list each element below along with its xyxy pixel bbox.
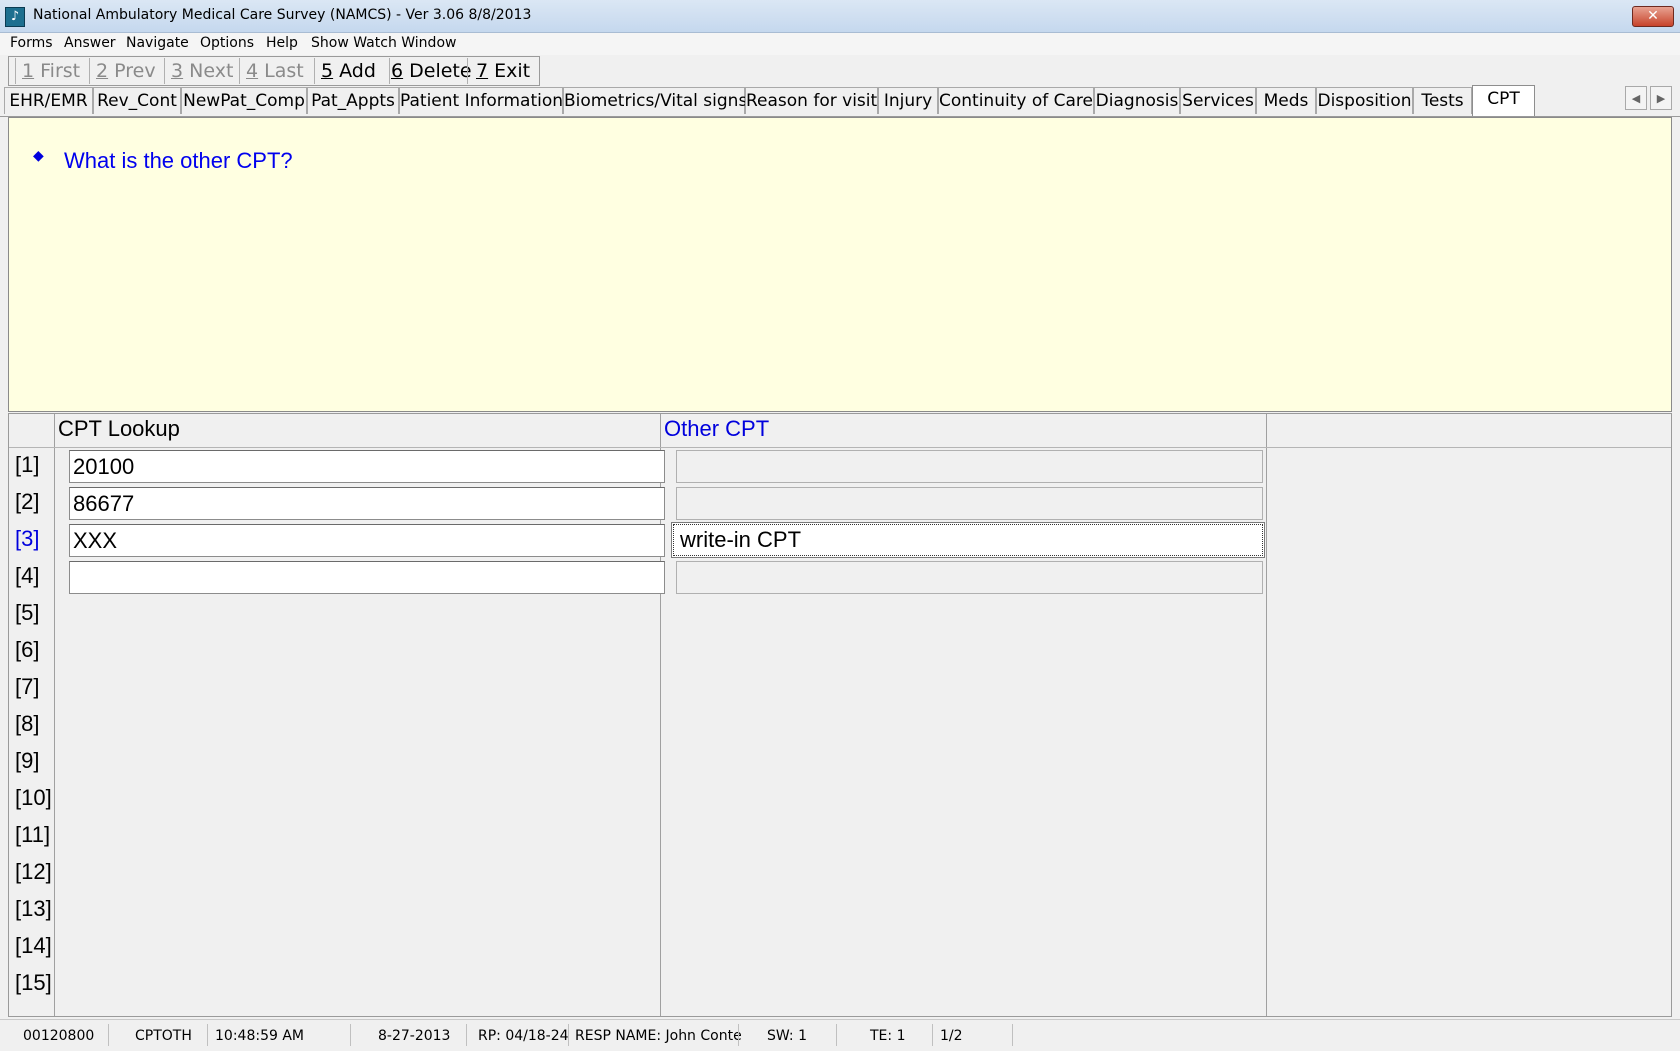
- cpt-lookup-input[interactable]: XXX: [69, 524, 665, 557]
- app-icon: ♪: [5, 7, 25, 27]
- row-label: [6]: [15, 637, 40, 662]
- tab-meds[interactable]: Meds: [1256, 87, 1316, 114]
- row-label: [9]: [15, 748, 40, 773]
- row-label-current: [3]: [15, 526, 40, 551]
- status-date: 8-27-2013: [378, 1028, 451, 1044]
- row-label: [8]: [15, 711, 40, 736]
- row-label: [2]: [15, 489, 40, 514]
- cpt-lookup-input[interactable]: [69, 561, 665, 594]
- status-bar: 00120800 CPTOTH 10:48:59 AM 8-27-2013 RP…: [0, 1019, 1680, 1051]
- tab-tests[interactable]: Tests: [1413, 87, 1472, 114]
- status-resp-name: RESP NAME: John Conte: [575, 1028, 742, 1044]
- menu-help[interactable]: Help: [266, 35, 298, 51]
- other-cpt-input[interactable]: [676, 487, 1263, 520]
- header-divider: [9, 447, 1671, 448]
- status-time: 10:48:59 AM: [215, 1028, 304, 1044]
- tab-scroll-left-icon[interactable]: ◀: [1625, 86, 1647, 110]
- row-label: [5]: [15, 600, 40, 625]
- add-button[interactable]: 5 Add: [314, 58, 388, 84]
- row-label: [7]: [15, 674, 40, 699]
- menu-forms[interactable]: Forms: [10, 35, 53, 51]
- row-label: [10]: [15, 785, 52, 810]
- status-separator: [1012, 1024, 1013, 1046]
- status-separator: [568, 1024, 569, 1046]
- row-label: [15]: [15, 970, 52, 995]
- menu-navigate[interactable]: Navigate: [126, 35, 189, 51]
- tab-rev-cont[interactable]: Rev_Cont: [93, 87, 181, 114]
- status-page: 1/2: [940, 1028, 963, 1044]
- status-case-id: 00120800: [23, 1028, 95, 1044]
- status-separator: [207, 1024, 208, 1046]
- menu-options[interactable]: Options: [200, 35, 254, 51]
- status-separator: [836, 1024, 837, 1046]
- row-label: [14]: [15, 933, 52, 958]
- row-label: [13]: [15, 896, 52, 921]
- menu-bar: Forms Answer Navigate Options Help Show …: [0, 33, 1680, 55]
- tab-diagnosis[interactable]: Diagnosis: [1094, 87, 1180, 114]
- question-text: What is the other CPT?: [64, 148, 293, 173]
- tab-biometrics-vital-signs[interactable]: Biometrics/Vital signs: [563, 87, 747, 114]
- tab-cpt[interactable]: CPT: [1472, 85, 1535, 116]
- diamond-bullet-icon: ◆: [33, 148, 44, 164]
- status-separator: [932, 1024, 933, 1046]
- grid-divider: [1266, 414, 1267, 1016]
- col-header-cpt-lookup: CPT Lookup: [58, 416, 180, 441]
- status-separator: [350, 1024, 351, 1046]
- title-bar: ♪ National Ambulatory Medical Care Surve…: [0, 0, 1680, 33]
- col-header-other-cpt: Other CPT: [664, 416, 770, 441]
- tab-patient-information[interactable]: Patient Information: [399, 87, 563, 114]
- row-label: [12]: [15, 859, 52, 884]
- tab-injury[interactable]: Injury: [878, 87, 938, 114]
- menu-answer[interactable]: Answer: [64, 35, 116, 51]
- grid-divider: [54, 414, 55, 1016]
- status-separator: [466, 1024, 467, 1046]
- menu-show-watch-window[interactable]: Show Watch Window: [311, 35, 456, 51]
- status-field: CPTOTH: [135, 1028, 192, 1044]
- tab-services[interactable]: Services: [1180, 87, 1256, 114]
- tab-continuity-of-care[interactable]: Continuity of Care: [938, 87, 1094, 114]
- status-te: TE: 1: [870, 1028, 906, 1044]
- tab-pat-appts[interactable]: Pat_Appts: [307, 87, 399, 114]
- other-cpt-input[interactable]: [676, 561, 1263, 594]
- next-button[interactable]: 3 Next: [164, 58, 238, 84]
- window-title: National Ambulatory Medical Care Survey …: [33, 7, 532, 23]
- cpt-grid: CPT Lookup Other CPT [1] [2] [3] [4] [5]…: [8, 413, 1672, 1017]
- status-separator: [108, 1024, 109, 1046]
- status-separator: [738, 1024, 739, 1046]
- status-sw: SW: 1: [767, 1028, 807, 1044]
- question-panel: ◆ What is the other CPT?: [8, 117, 1672, 412]
- other-cpt-input-active[interactable]: write-in CPT: [671, 522, 1265, 558]
- prev-button[interactable]: 2 Prev: [89, 58, 163, 84]
- row-label: [4]: [15, 563, 40, 588]
- close-button[interactable]: ✕: [1632, 6, 1674, 27]
- delete-button[interactable]: 6 Delete: [389, 58, 472, 84]
- tab-ehr-emr[interactable]: EHR/EMR: [4, 87, 93, 114]
- tab-reason-for-visit[interactable]: Reason for visit: [745, 87, 878, 114]
- first-button[interactable]: 1 First: [15, 58, 83, 84]
- exit-button[interactable]: 7 Exit: [467, 58, 533, 84]
- record-nav-bar: 1 First 2 Prev 3 Next 4 Last 5 Add 6 Del…: [8, 56, 540, 86]
- status-rp: RP: 04/18-24: [478, 1028, 569, 1044]
- section-tabs: EHR/EMR Rev_Cont NewPat_Comp Pat_Appts P…: [0, 85, 1680, 117]
- tab-scroll-right-icon[interactable]: ▶: [1650, 86, 1672, 110]
- row-label: [11]: [15, 822, 51, 847]
- row-label: [1]: [15, 452, 40, 477]
- tab-newpat-comp[interactable]: NewPat_Comp: [181, 87, 307, 114]
- last-button[interactable]: 4 Last: [239, 58, 313, 84]
- other-cpt-input[interactable]: [676, 450, 1263, 483]
- tab-disposition[interactable]: Disposition: [1316, 87, 1413, 114]
- cpt-lookup-input[interactable]: 20100: [69, 450, 665, 483]
- cpt-lookup-input[interactable]: 86677: [69, 487, 665, 520]
